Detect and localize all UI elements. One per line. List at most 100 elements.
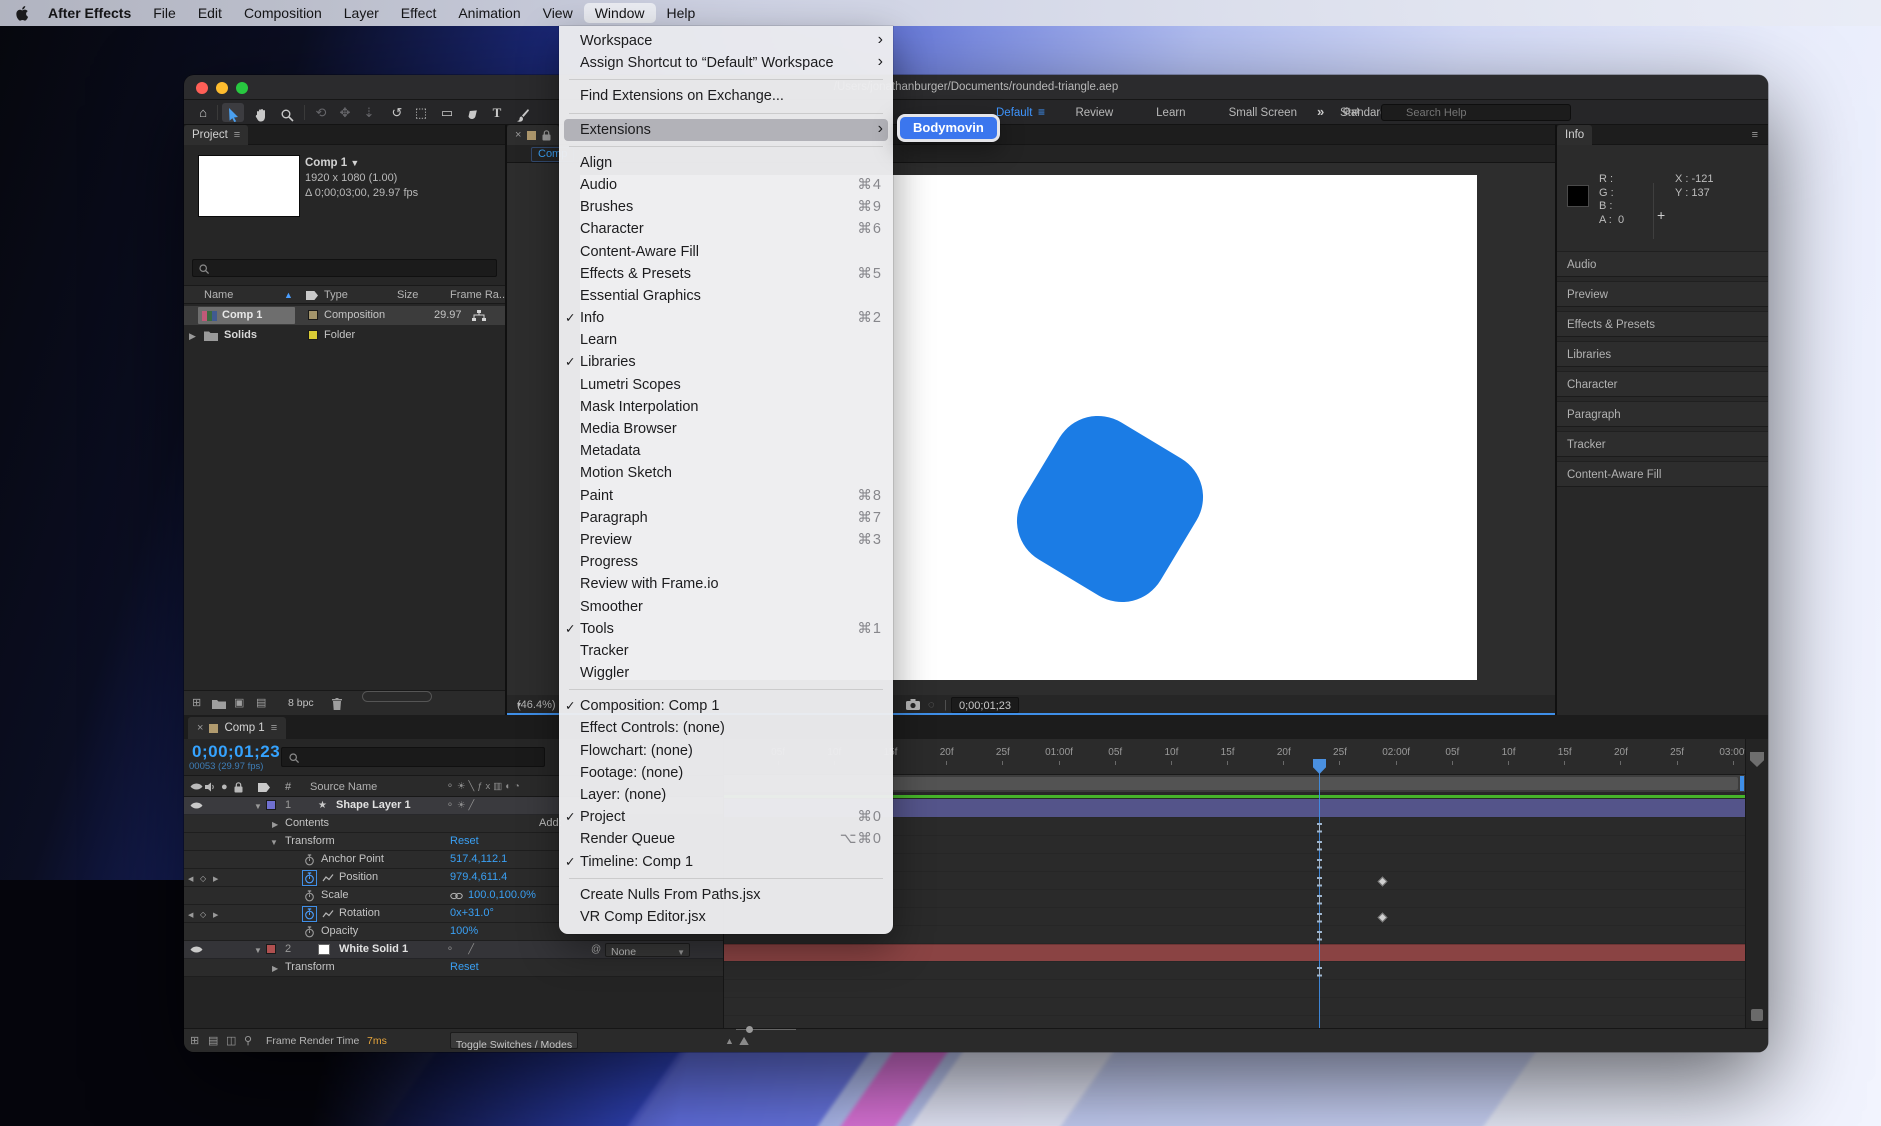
timeline-search-input[interactable]: [281, 747, 545, 767]
panel-menu-icon[interactable]: ≡: [271, 722, 277, 734]
flowchart-icon[interactable]: [472, 310, 486, 322]
menu-item[interactable]: ✓ Effects & Presets ⌘5: [559, 263, 893, 285]
project-settings-icon[interactable]: ▤: [256, 691, 266, 716]
rectangle-tool-icon[interactable]: ▭: [436, 103, 458, 122]
frame-blend-enable-icon[interactable]: ▤: [208, 1029, 218, 1052]
layer-name[interactable]: Shape Layer 1: [336, 797, 411, 814]
window-titlebar[interactable]: /Users/jonathanburger/Documents/rounded-…: [184, 75, 1768, 100]
prev-keyframe-icon[interactable]: ◀: [188, 907, 193, 924]
brainstorm-icon[interactable]: ⚲: [244, 1029, 252, 1052]
property-name[interactable]: Rotation: [339, 905, 380, 922]
column-header-name[interactable]: Name: [204, 286, 233, 305]
menu-item[interactable]: ✓ Audio ⌘4: [559, 174, 893, 196]
eye-icon[interactable]: [190, 945, 203, 954]
menu-item[interactable]: ✓ Align: [559, 152, 893, 174]
property-value[interactable]: 100.0,100.0%: [468, 887, 536, 904]
menubar-item-edit[interactable]: Edit: [187, 3, 233, 23]
eye-icon[interactable]: [190, 801, 203, 810]
menu-item[interactable]: ✓ Smoother: [559, 596, 893, 618]
interpret-footage-icon[interactable]: ⊞: [192, 691, 201, 716]
menu-item-extensions[interactable]: Extensions ›: [559, 119, 893, 141]
property-value[interactable]: 517.4,112.1: [450, 851, 507, 868]
orbit-camera-tool-icon[interactable]: ⟲: [310, 103, 332, 122]
menubar-item-layer[interactable]: Layer: [333, 3, 390, 23]
new-composition-icon[interactable]: ▣: [234, 691, 244, 716]
menu-item[interactable]: ✓ Project ⌘0: [559, 806, 893, 828]
menu-item[interactable]: ✓ Timeline: Comp 1: [559, 851, 893, 873]
motion-blur-enable-icon[interactable]: ◫: [226, 1029, 236, 1052]
menu-item[interactable]: ✓ Metadata: [559, 440, 893, 462]
menubar-item-animation[interactable]: Animation: [447, 3, 531, 23]
project-tab[interactable]: Project ≡: [184, 125, 248, 145]
stopwatch-icon[interactable]: [304, 926, 315, 938]
zoom-tool-icon[interactable]: [276, 103, 298, 122]
home-tool-icon[interactable]: ⌂: [192, 103, 214, 122]
menu-item[interactable]: ✓ Mask Interpolation: [559, 396, 893, 418]
menu-item[interactable]: ✓ Learn: [559, 329, 893, 351]
workspace-overflow-chevrons[interactable]: »: [1317, 104, 1324, 119]
timeline-zoom-control[interactable]: ▲ ⛰: [725, 1029, 739, 1052]
collapsed-panel-tab[interactable]: Preview: [1557, 281, 1768, 307]
stopwatch-active-icon[interactable]: [303, 907, 316, 921]
collapsed-panel-tab[interactable]: Paragraph: [1557, 401, 1768, 427]
menu-item[interactable]: ✓ Render Queue ⌥⌘0: [559, 828, 893, 850]
comp-timecode[interactable]: 0;00;01;23: [951, 697, 1019, 713]
timeline-tab[interactable]: × Comp 1 ≡: [188, 717, 286, 739]
selection-tool-icon[interactable]: [222, 103, 244, 122]
reset-link[interactable]: Reset: [450, 959, 479, 976]
layer-switch-icons[interactable]: ⚬ ╱: [446, 941, 477, 958]
parent-pickwhip-icon[interactable]: @: [591, 941, 601, 958]
parent-dropdown[interactable]: None▼: [605, 943, 690, 957]
comp-thumbnail[interactable]: [198, 155, 300, 217]
menu-item[interactable]: ✓ Tracker: [559, 640, 893, 662]
transform-label[interactable]: Transform: [285, 959, 335, 976]
current-timecode[interactable]: 0;00;01;23: [192, 742, 280, 762]
property-name[interactable]: Scale: [321, 887, 349, 904]
reset-link[interactable]: Reset: [450, 833, 479, 850]
new-folder-icon[interactable]: [212, 691, 226, 709]
close-icon[interactable]: ×: [197, 722, 203, 734]
menubar-app-name[interactable]: After Effects: [37, 5, 142, 21]
workspace-tab[interactable]: Small Screen: [1229, 107, 1297, 119]
hand-tool-icon[interactable]: [250, 103, 272, 122]
rounded-square-shape-layer[interactable]: [1000, 399, 1220, 619]
menu-item[interactable]: ✓ Libraries: [559, 351, 893, 373]
menu-item[interactable]: VR Comp Editor.jsx: [559, 906, 893, 928]
collapsed-panel-tab[interactable]: Effects & Presets: [1557, 311, 1768, 337]
sort-ascending-icon[interactable]: ▲: [284, 286, 293, 305]
stopwatch-icon[interactable]: [304, 890, 315, 902]
source-name-column-header[interactable]: Source Name: [310, 776, 377, 798]
collapse-chevron-icon[interactable]: ▼: [254, 942, 262, 959]
menu-item[interactable]: ✓ Footage: (none): [559, 762, 893, 784]
menu-item[interactable]: ✓ Effect Controls: (none): [559, 717, 893, 739]
stopwatch-icon[interactable]: [304, 854, 315, 866]
brush-tool-icon[interactable]: [512, 103, 534, 122]
roi-tool-icon[interactable]: ⬚: [410, 103, 432, 122]
project-item-name[interactable]: Solids: [224, 326, 257, 345]
collapsed-panel-tab[interactable]: Tracker: [1557, 431, 1768, 457]
project-row-comp1[interactable]: Comp 1 Composition 29.97: [184, 306, 505, 325]
menu-item-assign-shortcut[interactable]: Assign Shortcut to “Default” Workspace ›: [559, 52, 893, 74]
collapse-chevron-icon[interactable]: ▼: [254, 798, 262, 815]
workspace-switcher-icon[interactable]: ⚙⇄: [1342, 105, 1359, 118]
layer-name[interactable]: White Solid 1: [339, 941, 408, 958]
pan-camera-tool-icon[interactable]: ✥: [334, 103, 356, 122]
menu-item[interactable]: ✓ Layer: (none): [559, 784, 893, 806]
collapsed-panel-tab[interactable]: Audio: [1557, 251, 1768, 277]
info-tab[interactable]: Info: [1557, 125, 1592, 145]
layer-row-white-solid-1[interactable]: ▼ 2 White Solid 1 ⚬ ╱ @ None▼: [184, 941, 723, 959]
menu-item[interactable]: ✓ Preview ⌘3: [559, 529, 893, 551]
menu-item-find-extensions[interactable]: Find Extensions on Exchange...: [559, 85, 893, 107]
property-value[interactable]: 0x+31.0°: [450, 905, 494, 922]
property-name[interactable]: Anchor Point: [321, 851, 384, 868]
menu-item[interactable]: ✓ Wiggler: [559, 662, 893, 684]
menu-item[interactable]: ✓ Media Browser: [559, 418, 893, 440]
menu-item[interactable]: ✓ Motion Sketch: [559, 462, 893, 484]
layer-switch-icons[interactable]: ⚬☀╱: [446, 797, 477, 814]
project-row-solids[interactable]: ▶ Solids Folder: [184, 326, 505, 345]
prev-keyframe-icon[interactable]: ◀: [188, 871, 193, 888]
dolly-camera-tool-icon[interactable]: ⇣: [358, 103, 380, 122]
menu-item[interactable]: Create Nulls From Paths.jsx: [559, 884, 893, 906]
expand-layers-icon[interactable]: ⊞: [190, 1029, 199, 1052]
property-value[interactable]: 100%: [450, 923, 478, 940]
